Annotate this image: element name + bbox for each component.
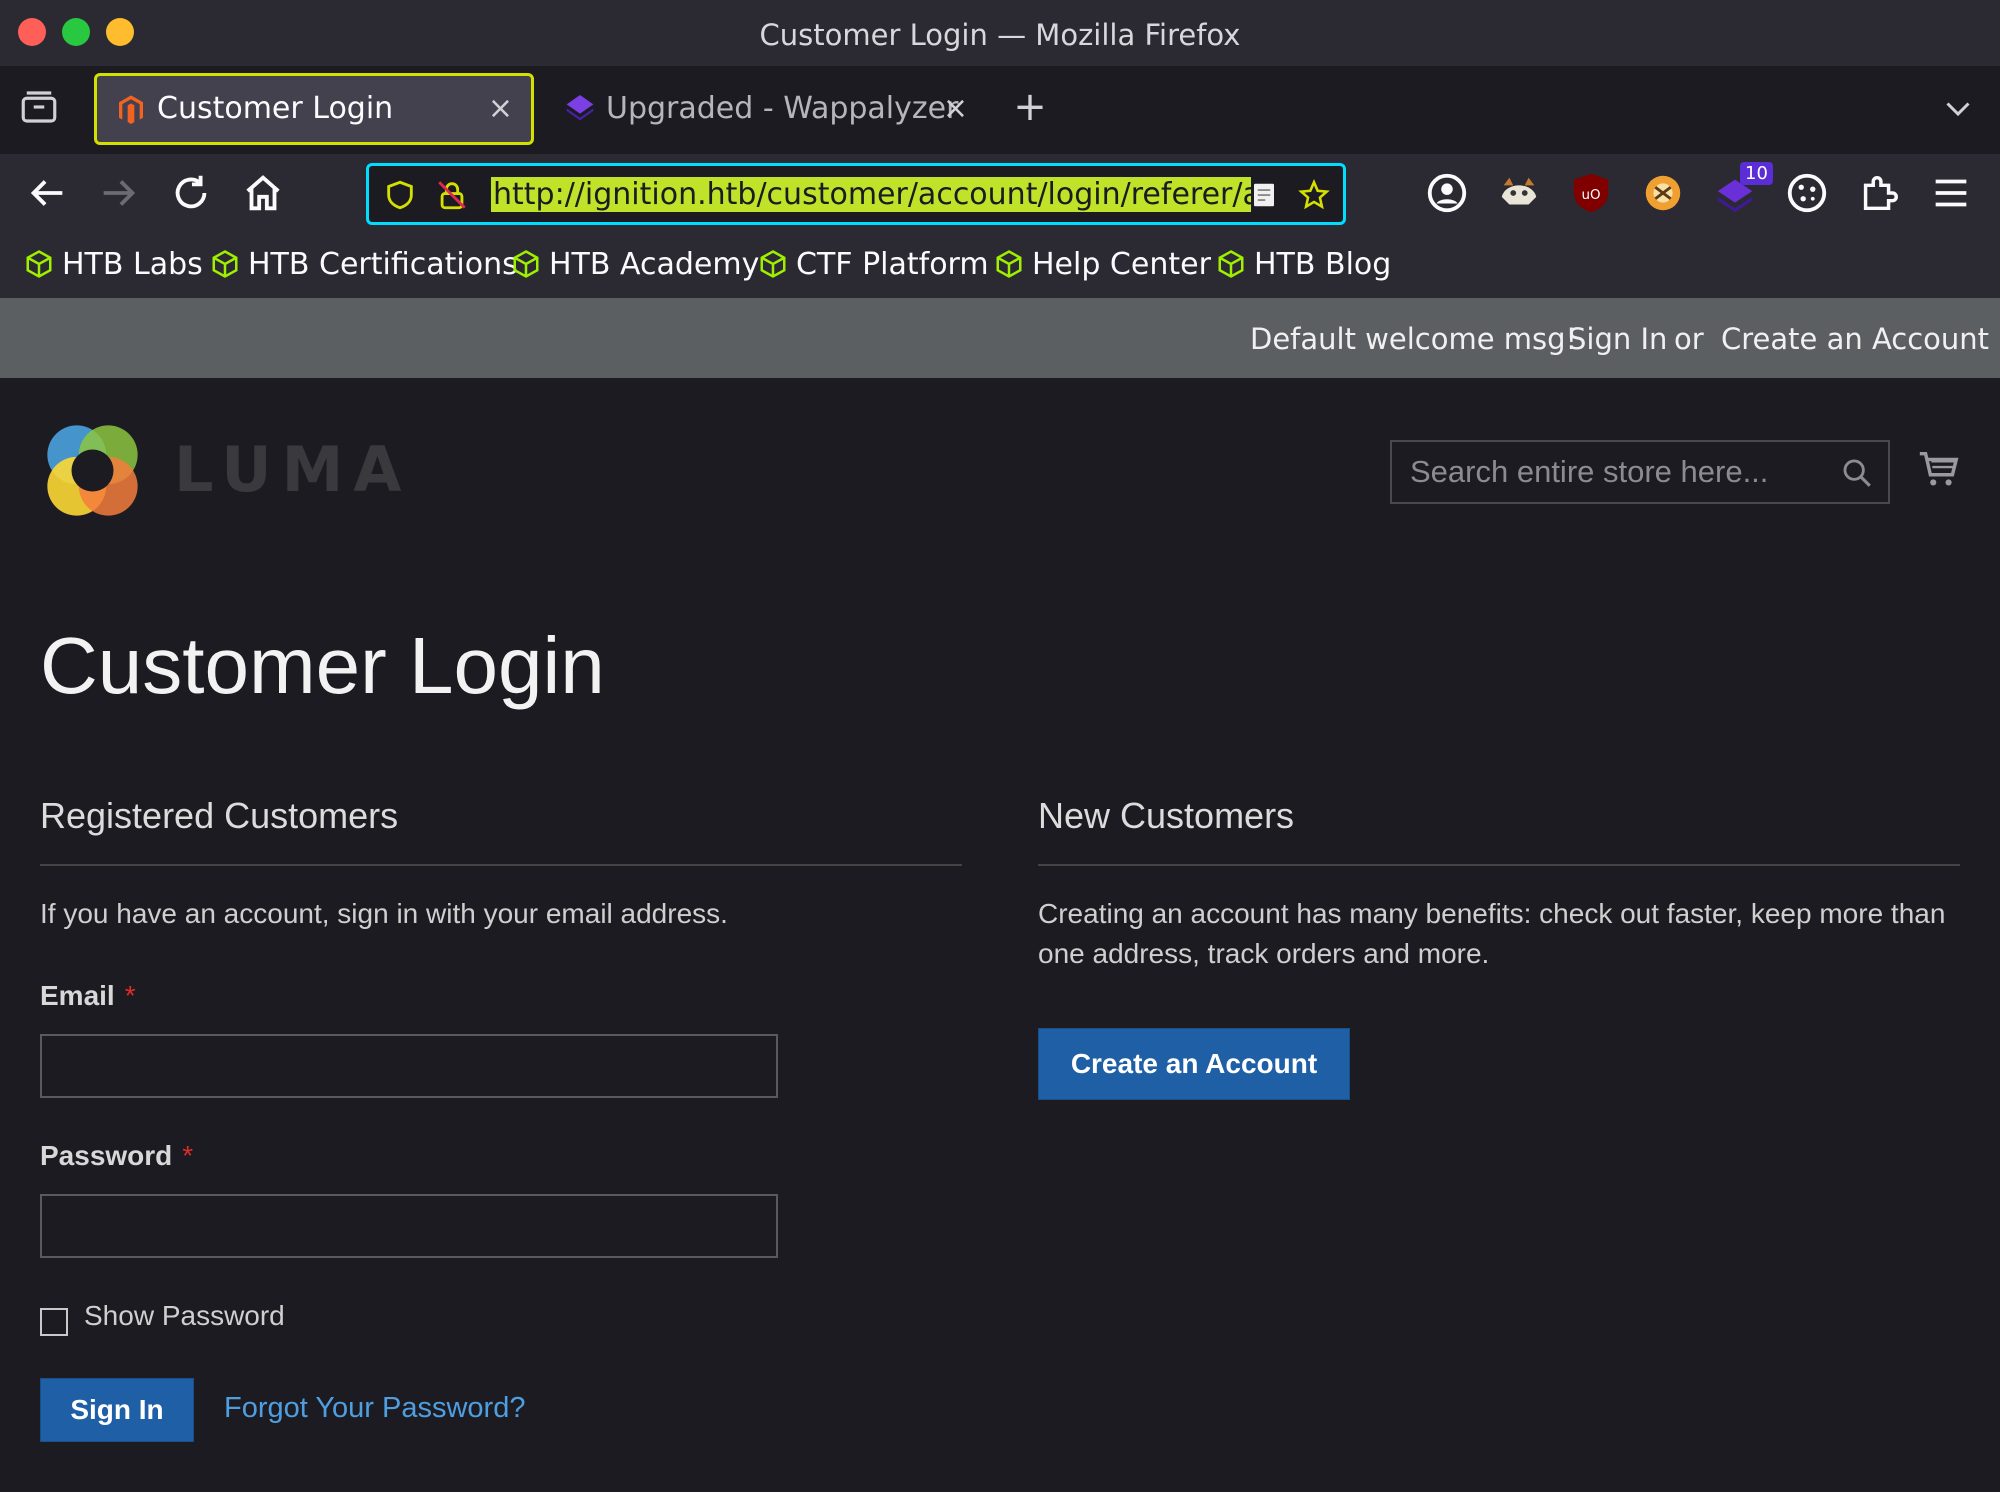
tab-customer-login[interactable]: Customer Login × [94,73,534,145]
new-tab-button[interactable]: + [1010,82,1050,132]
tab-wappalyzer[interactable]: Upgraded - Wappalyzer × [546,73,986,145]
header-or-text: or [1674,322,1704,356]
show-password-checkbox[interactable] [40,1308,68,1336]
registered-customers-intro: If you have an account, sign in with you… [40,898,728,929]
htb-cube-icon [212,250,238,278]
tab-label: Customer Login [157,91,394,126]
foxyproxy-icon[interactable] [1496,170,1542,216]
bookmark-htb-labs[interactable]: HTB Labs [24,232,203,298]
bookmark-label: HTB Labs [62,247,203,282]
svg-text:uO: uO [1581,188,1600,203]
home-icon[interactable] [240,170,286,216]
htb-cube-icon [1218,250,1244,278]
magento-icon [119,95,143,124]
navigation-toolbar: http://ignition.htb/customer/account/log… [0,154,2000,232]
header-create-account-link[interactable]: Create an Account [1721,298,1989,378]
cart-icon[interactable] [1916,446,1962,492]
reader-view-icon[interactable] [1249,178,1279,212]
password-label-text: Password [40,1140,173,1171]
htb-cube-icon [760,250,786,278]
htb-cube-icon [26,250,52,278]
bookmark-label: CTF Platform [796,247,989,282]
url-selection: http://ignition.htb/customer/account/log… [491,177,1251,212]
new-customers-text: Creating an account has many benefits: c… [1038,898,1946,969]
bookmark-htb-blog[interactable]: HTB Blog [1216,232,1391,298]
new-customers-title: New Customers [1038,794,1960,866]
bookmarks-toolbar: HTB Labs HTB Certifications HTB Academy … [0,232,2000,298]
show-password-label[interactable]: Show Password [84,1300,285,1332]
bookmark-star-icon[interactable] [1297,178,1331,212]
required-marker: * [124,980,136,1011]
extensions-puzzle-icon[interactable] [1856,170,1902,216]
account-icon[interactable] [1424,170,1470,216]
create-account-button[interactable]: Create an Account [1038,1028,1350,1100]
url-text[interactable]: http://ignition.htb/customer/account/log… [491,175,1251,215]
tab-close-icon[interactable]: × [488,76,513,142]
hamburger-menu-icon[interactable] [1928,170,1974,216]
bookmark-help-center[interactable]: Help Center [994,232,1211,298]
sign-in-button[interactable]: Sign In [40,1378,194,1442]
page-content: Default welcome msg! Sign In or Create a… [0,298,2000,1492]
store-header-bar: Default welcome msg! Sign In or Create a… [0,298,2000,378]
bookmark-label: HTB Academy [549,247,760,282]
registered-customers-block: Registered Customers If you have an acco… [40,794,962,934]
bookmark-ctf-platform[interactable]: CTF Platform [758,232,989,298]
bookmark-htb-academy[interactable]: HTB Academy [511,232,759,298]
htb-cube-icon [996,250,1022,278]
password-field[interactable] [40,1194,778,1258]
url-bar[interactable]: http://ignition.htb/customer/account/log… [366,163,1346,225]
bookmark-label: HTB Certifications [248,247,518,282]
tracking-shield-icon[interactable] [383,178,417,212]
firefox-view-icon[interactable] [18,86,60,128]
insecure-lock-icon[interactable] [435,178,469,212]
email-label: Email * [40,980,136,1012]
bookmark-label: HTB Blog [1254,247,1392,282]
wappalyzer-extension[interactable]: 10 [1712,162,1773,216]
bookmark-label: Help Center [1032,247,1211,282]
search-icon[interactable] [1840,456,1874,490]
search-input[interactable] [1392,442,1832,502]
tab-label: Upgraded - Wappalyzer [606,91,959,126]
cookie-editor-icon[interactable] [1784,170,1830,216]
forward-arrow-icon[interactable] [96,170,142,216]
registered-customers-title: Registered Customers [40,794,962,866]
new-customers-block: New Customers Creating an account has ma… [1038,794,1960,974]
page-title: Customer Login [40,621,605,710]
ublock-origin-icon[interactable]: uO [1568,170,1614,216]
wappalyzer-icon [566,95,594,121]
window-titlebar: Customer Login — Mozilla Firefox [0,0,2000,66]
password-label: Password * [40,1140,193,1172]
hacktools-icon[interactable] [1640,170,1686,216]
store-search [1390,440,1890,504]
luma-logo-text[interactable]: LUMA [174,433,411,506]
window-title: Customer Login — Mozilla Firefox [759,18,1241,52]
back-arrow-icon[interactable] [24,170,70,216]
email-label-text: Email [40,980,115,1011]
email-field[interactable] [40,1034,778,1098]
tab-strip: Customer Login × Upgraded - Wappalyzer ×… [0,66,2000,154]
header-sign-in-link[interactable]: Sign In [1568,298,1667,378]
list-all-tabs-icon[interactable] [1940,90,1976,126]
htb-cube-icon [513,250,539,278]
reload-icon[interactable] [168,170,214,216]
wappalyzer-badge: 10 [1740,162,1773,185]
tab-close-icon[interactable]: × [943,76,968,142]
luma-logo-icon[interactable] [40,418,145,523]
welcome-message: Default welcome msg! [1250,322,1578,356]
required-marker: * [182,1140,194,1171]
forgot-password-link[interactable]: Forgot Your Password? [224,1392,525,1425]
bookmark-htb-certifications[interactable]: HTB Certifications [210,232,518,298]
